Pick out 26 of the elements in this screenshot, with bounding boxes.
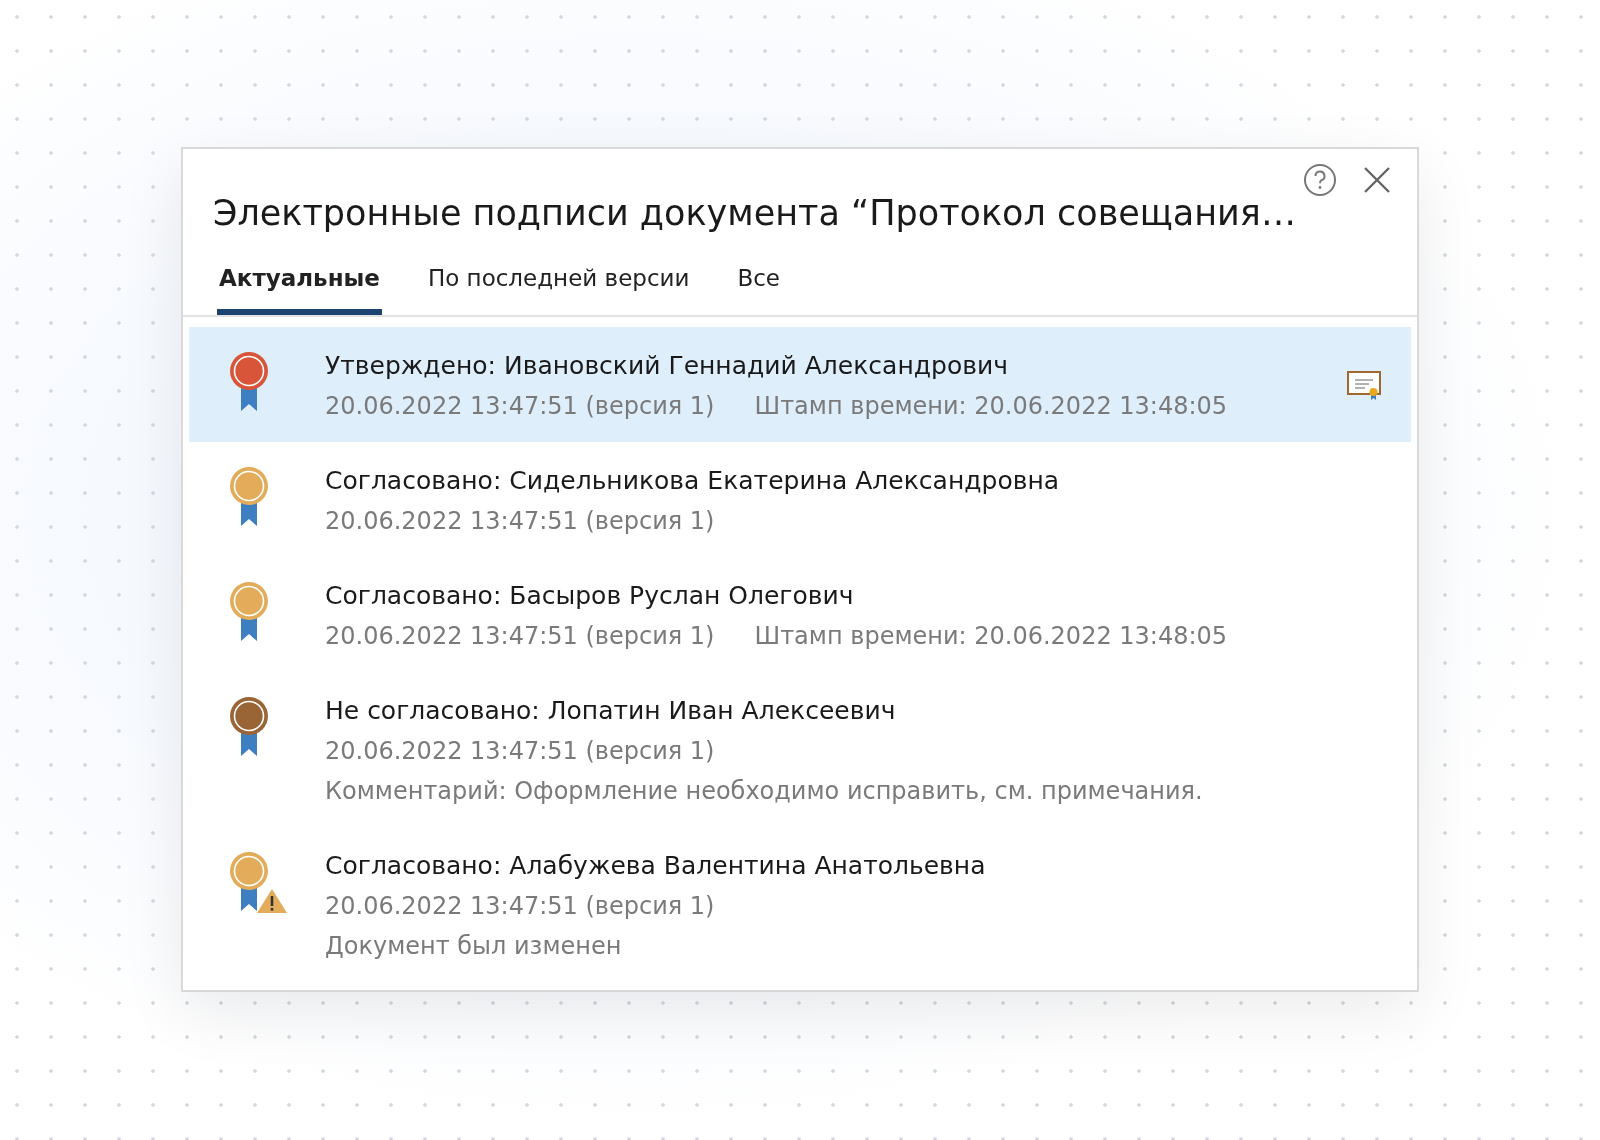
signature-date: 20.06.2022 13:47:51 (версия 1) (325, 737, 715, 765)
tab[interactable]: Актуальные (217, 253, 382, 315)
tab[interactable]: По последней версии (425, 253, 692, 315)
dialog-title: Электронные подписи документа “Протокол совещания… (213, 193, 1296, 233)
signature-row[interactable]: Утверждено: Ивановский Геннадий Александрович 20.06.2022 13:47:51 (версия 1) Штамп времени: 20.06.2022 13:48:05 (189, 327, 1411, 442)
close-icon[interactable] (1363, 166, 1391, 194)
signature-status: Утверждено: Ивановский Геннадий Александрович (325, 351, 1009, 380)
tab[interactable]: Все (735, 253, 782, 315)
signature-row[interactable]: Согласовано: Сидельникова Екатерина Александровна 20.06.2022 13:47:51 (версия 1) (189, 442, 1411, 557)
signature-date: 20.06.2022 13:47:51 (версия 1) (325, 622, 715, 650)
signature-note: Документ был изменен (325, 932, 623, 960)
signature-date: 20.06.2022 13:47:51 (версия 1) (325, 892, 715, 920)
help-icon[interactable] (1303, 163, 1337, 197)
signature-status: Согласовано: Басыров Руслан Олегович (325, 581, 855, 610)
signature-row[interactable]: Не согласовано: Лопатин Иван Алексеевич 20.06.2022 13:47:51 (версия 1) Комментарий: Оформление необходимо исправить, см. примечания. (189, 672, 1411, 827)
signature-status: Согласовано: Алабужева Валентина Анатольевна (325, 851, 987, 880)
signature-row[interactable]: Согласовано: Басыров Руслан Олегович 20.06.2022 13:47:51 (версия 1) Штамп времени: 20.06.2022 13:48:05 (189, 557, 1411, 672)
timestamp: Штамп времени: 20.06.2022 13:48:05 (754, 392, 1228, 420)
signature-status: Не согласовано: Лопатин Иван Алексеевич (325, 696, 897, 725)
signature-date: 20.06.2022 13:47:51 (версия 1) (325, 507, 715, 535)
signature-note: Комментарий: Оформление необходимо исправить, см. примечания. (325, 777, 1204, 805)
certificate-icon[interactable] (1347, 370, 1381, 401)
timestamp: Штамп времени: 20.06.2022 13:48:05 (754, 622, 1228, 650)
signature-status: Согласовано: Сидельникова Екатерина Александровна (325, 466, 1061, 495)
signature-row[interactable]: Согласовано: Алабужева Валентина Анатольевна 20.06.2022 13:47:51 (версия 1) Документ был изменен (189, 827, 1411, 982)
signature-date: 20.06.2022 13:47:51 (версия 1) (325, 392, 715, 420)
